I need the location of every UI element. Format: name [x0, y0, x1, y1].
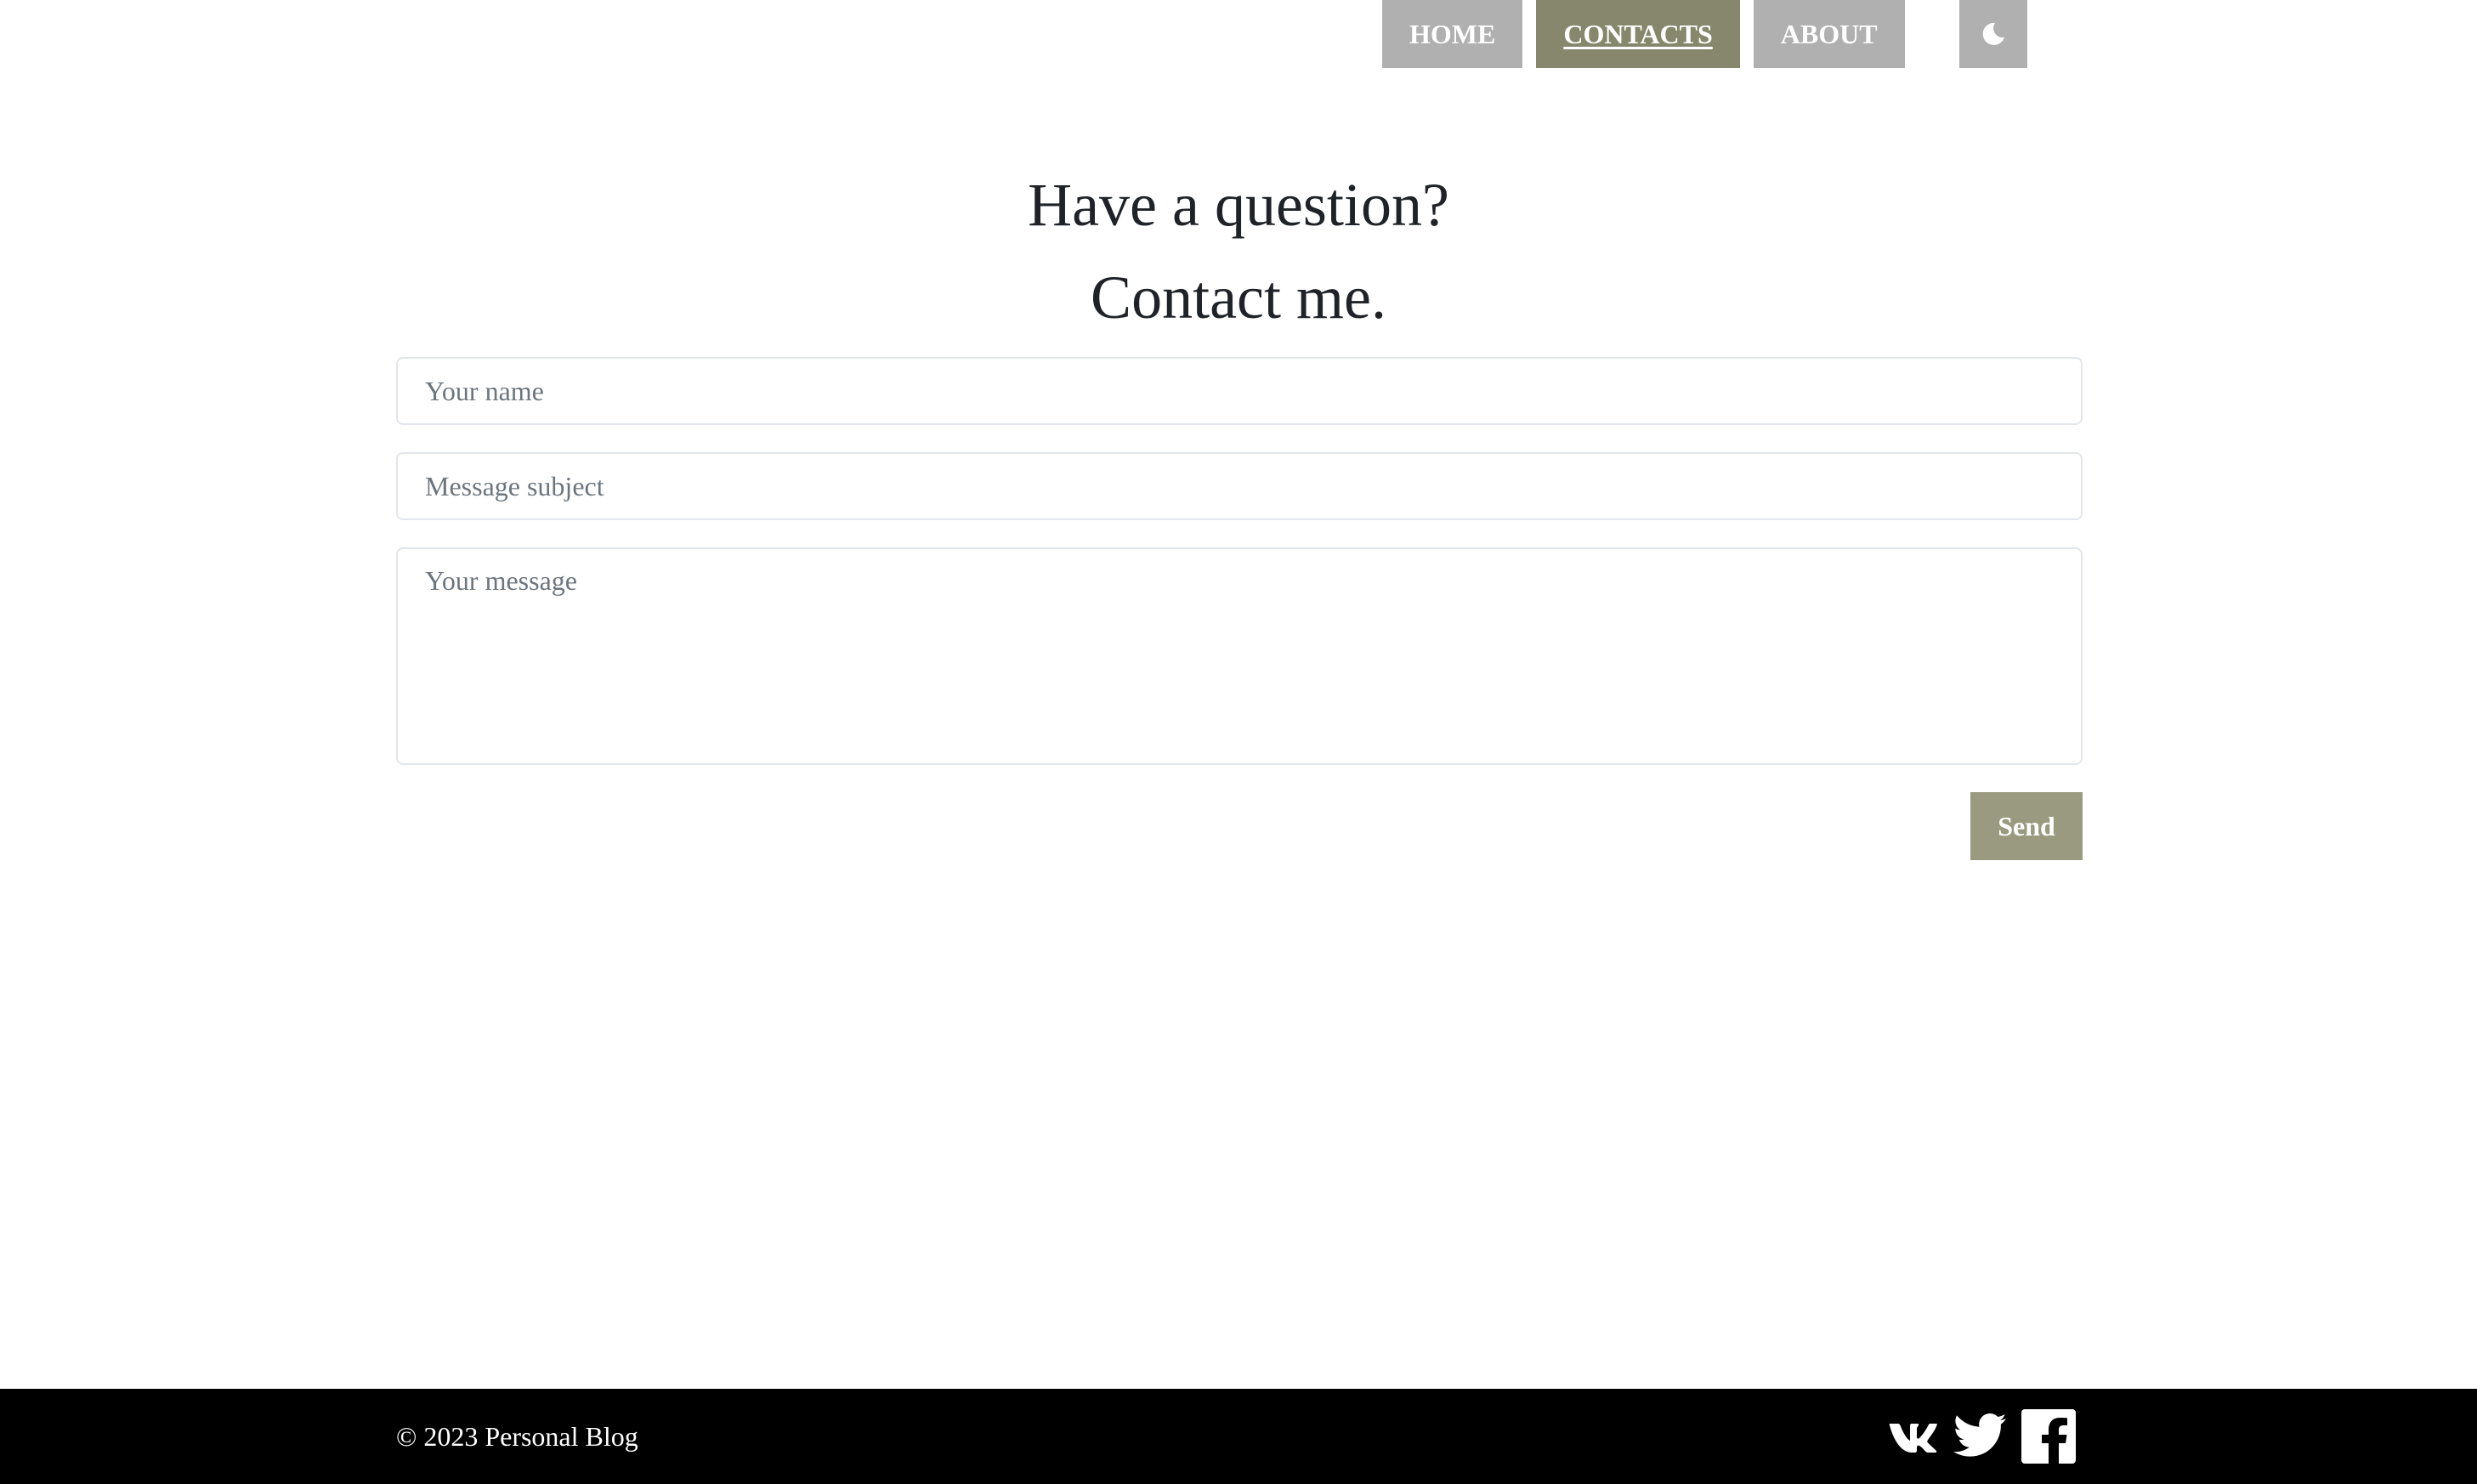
twitter-link[interactable]: [1952, 1409, 2008, 1464]
vk-link[interactable]: [1887, 1409, 1938, 1464]
vk-icon: [1889, 1424, 1937, 1453]
subject-input[interactable]: [396, 452, 2083, 520]
moon-icon: [1982, 22, 2004, 45]
page-title-line1: Have a question?: [1028, 171, 1449, 239]
footer: © 2023 Personal Blog: [0, 1389, 2477, 1484]
send-button[interactable]: Send: [1970, 792, 2083, 860]
facebook-link[interactable]: [2021, 1409, 2076, 1464]
page-title-line2: Contact me.: [1091, 263, 1386, 331]
message-textarea[interactable]: [396, 547, 2083, 765]
main-nav: HOME CONTACTS ABOUT: [1382, 0, 1919, 68]
nav-item-about[interactable]: ABOUT: [1753, 0, 1905, 68]
nav-item-home[interactable]: HOME: [1382, 0, 1523, 68]
theme-toggle-button[interactable]: [1959, 0, 2027, 68]
name-input[interactable]: [396, 357, 2083, 425]
facebook-icon: [2021, 1409, 2076, 1464]
nav-item-contacts[interactable]: CONTACTS: [1536, 0, 1740, 68]
copyright-text: © 2023 Personal Blog: [396, 1421, 638, 1452]
twitter-icon: [1953, 1413, 2006, 1457]
